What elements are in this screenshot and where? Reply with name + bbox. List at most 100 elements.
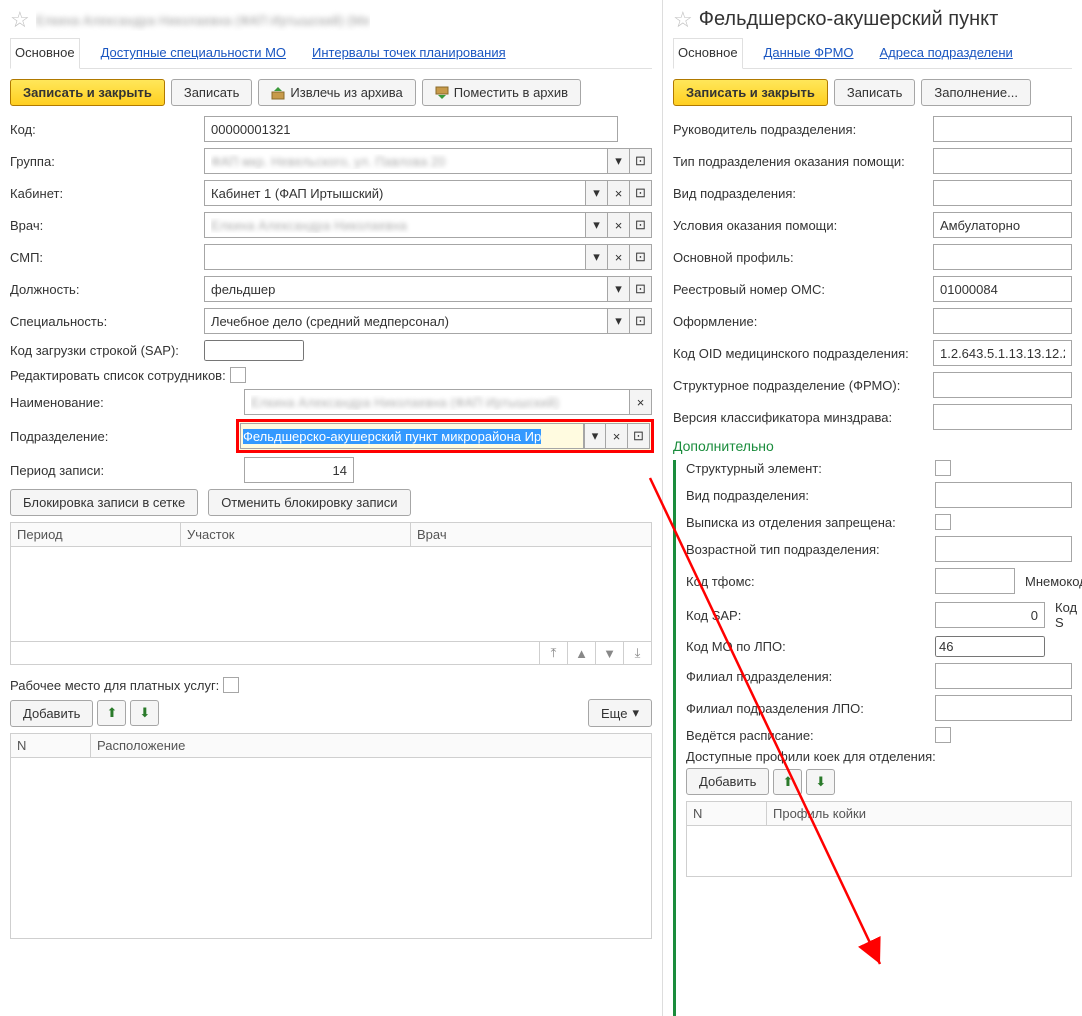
more-button[interactable]: Еще ▾ [588,699,652,727]
branch-lpo-label: Филиал подразделения ЛПО: [686,701,931,716]
tfoms-input[interactable] [935,568,1015,594]
mnemo-label: Мнемокод: [1025,574,1082,589]
spec-open-icon[interactable]: ⊡ [630,308,652,334]
speciality-input[interactable] [204,308,608,334]
sap-input[interactable] [204,340,304,361]
name-clear-icon[interactable]: × [630,389,652,415]
doctor-open-icon[interactable]: ⊡ [630,212,652,238]
col-n[interactable]: N [11,734,91,757]
subdiv-clear-icon[interactable]: × [606,423,628,449]
oid-label: Код OID медицинского подразделения: [673,346,929,361]
doctor-input[interactable] [204,212,586,238]
kind2-input[interactable] [935,482,1072,508]
sap-label: Код загрузки строкой (SAP): [10,343,200,358]
subdiv-drop-icon[interactable]: ▾ [584,423,606,449]
doctor-drop-icon[interactable]: ▾ [586,212,608,238]
schedule-table-body[interactable] [11,547,651,641]
add-button[interactable]: Добавить [10,700,93,727]
kind-input[interactable] [933,180,1072,206]
beds-table-body[interactable] [687,826,1071,876]
struct-el-label: Структурный элемент: [686,461,931,476]
unblock-button[interactable]: Отменить блокировку записи [208,489,410,516]
profile-input[interactable] [933,244,1072,270]
tab-main-right[interactable]: Основное [673,38,743,69]
beds-add-button[interactable]: Добавить [686,768,769,795]
head-input[interactable] [933,116,1072,142]
conditions-input[interactable] [933,212,1072,238]
tab-addresses[interactable]: Адреса подразделени [875,38,1018,69]
position-input[interactable] [204,276,608,302]
beds-label: Доступные профили коек для отделения: [686,749,1072,764]
save-button-right[interactable]: Записать [834,79,916,106]
nav-top-icon[interactable]: ⤒ [539,642,567,664]
tab-intervals[interactable]: Интервалы точек планирования [307,38,511,69]
favorite-star-icon[interactable]: ☆ [673,9,693,31]
cabinet-drop-icon[interactable]: ▾ [586,180,608,206]
design-input[interactable] [933,308,1072,334]
fill-button[interactable]: Заполнение... [921,79,1031,106]
tab-main[interactable]: Основное [10,38,80,69]
group-drop-icon[interactable]: ▾ [608,148,630,174]
paid-checkbox[interactable] [223,677,239,693]
tab-frmo[interactable]: Данные ФРМО [759,38,859,69]
col-period[interactable]: Период [11,523,181,546]
tab-specialities[interactable]: Доступные специальности МО [96,38,291,69]
struct-frmo-input[interactable] [933,372,1072,398]
cabinet-clear-icon[interactable]: × [608,180,630,206]
col-location[interactable]: Расположение [91,734,651,757]
save-close-button[interactable]: Записать и закрыть [10,79,165,106]
archive-button[interactable]: Поместить в архив [422,79,581,106]
position-open-icon[interactable]: ⊡ [630,276,652,302]
smp-input[interactable] [204,244,586,270]
sap2-input[interactable] [935,602,1045,628]
oid-input[interactable] [933,340,1072,366]
version-input[interactable] [933,404,1072,430]
right-title-row: ☆ Фельдшерско-акушерский пункт [673,8,1072,31]
smp-open-icon[interactable]: ⊡ [630,244,652,270]
right-toolbar: Записать и закрыть Записать Заполнение..… [673,79,1072,106]
nav-bottom-icon[interactable]: ⤓ [623,642,651,664]
mo-lpo-input[interactable] [935,636,1045,657]
age-input[interactable] [935,536,1072,562]
nav-down-icon[interactable]: ▼ [595,642,623,664]
nav-up-icon[interactable]: ▲ [567,642,595,664]
code-input[interactable] [204,116,618,142]
cabinet-input[interactable] [204,180,586,206]
beds-up-button[interactable]: ⬆ [773,769,802,795]
move-down-button[interactable]: ⬇ [130,700,159,726]
period-input[interactable] [244,457,354,483]
subdiv-open-icon[interactable]: ⊡ [628,423,650,449]
branch-lpo-input[interactable] [935,695,1072,721]
smp-drop-icon[interactable]: ▾ [586,244,608,270]
extract-archive-button[interactable]: Извлечь из архива [258,79,415,106]
group-input[interactable] [204,148,608,174]
group-open-icon[interactable]: ⊡ [630,148,652,174]
doctor-clear-icon[interactable]: × [608,212,630,238]
beds-col-n[interactable]: N [687,802,767,825]
locations-table-body[interactable] [11,758,651,938]
profile-label: Основной профиль: [673,250,929,265]
branch-input[interactable] [935,663,1072,689]
smp-clear-icon[interactable]: × [608,244,630,270]
save-close-button-right[interactable]: Записать и закрыть [673,79,828,106]
col-area[interactable]: Участок [181,523,411,546]
spec-drop-icon[interactable]: ▾ [608,308,630,334]
name-input[interactable] [244,389,630,415]
subdivision-label: Подразделение: [10,429,234,444]
discharge-checkbox[interactable] [935,514,951,530]
save-button[interactable]: Записать [171,79,253,106]
col-doctor[interactable]: Врач [411,523,651,546]
edit-staff-checkbox[interactable] [230,367,246,383]
type-help-input[interactable] [933,148,1072,174]
cabinet-open-icon[interactable]: ⊡ [630,180,652,206]
paid-label: Рабочее место для платных услуг: [10,678,219,693]
block-button[interactable]: Блокировка записи в сетке [10,489,198,516]
favorite-star-icon[interactable]: ☆ [10,9,30,31]
beds-col-profile[interactable]: Профиль койки [767,802,1071,825]
schedule-checkbox[interactable] [935,727,951,743]
position-drop-icon[interactable]: ▾ [608,276,630,302]
beds-down-button[interactable]: ⬇ [806,769,835,795]
registry-input[interactable] [933,276,1072,302]
struct-el-checkbox[interactable] [935,460,951,476]
move-up-button[interactable]: ⬆ [97,700,126,726]
